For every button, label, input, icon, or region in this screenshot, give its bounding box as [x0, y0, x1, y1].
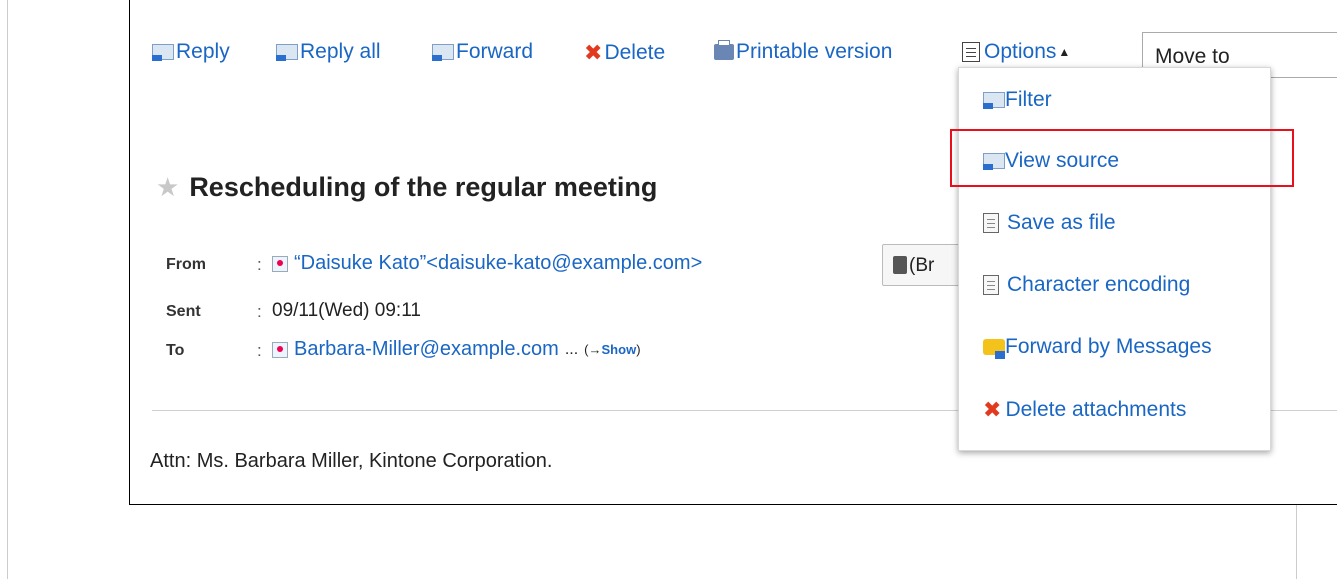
delete-button[interactable]: ✖ Delete: [584, 40, 665, 66]
filter-icon: [983, 92, 1005, 109]
menu-item-forward-by-messages[interactable]: Forward by Messages: [983, 335, 1212, 359]
move-to-label: Move to: [1155, 45, 1230, 68]
show-link[interactable]: Show: [602, 342, 637, 357]
view-source-highlight-box: [950, 129, 1294, 187]
caret-up-icon: ▲: [1058, 45, 1071, 59]
options-button[interactable]: Options ▲: [962, 40, 1070, 64]
star-icon[interactable]: ★: [156, 172, 179, 203]
message-body: Attn: Ms. Barbara Miller, Kintone Corpor…: [150, 450, 553, 472]
from-label: From: [166, 256, 206, 273]
to-address-link[interactable]: Barbara-Miller@example.com: [294, 338, 559, 361]
to-label: To: [166, 342, 185, 359]
show-recipients: (→Show): [584, 342, 640, 357]
from-colon: :: [257, 255, 262, 274]
menu-item-delete-attachments[interactable]: ✖ Delete attachments: [983, 397, 1186, 423]
menu-item-character-encoding[interactable]: Character encoding: [983, 273, 1190, 297]
forward-button[interactable]: Forward: [432, 40, 533, 64]
from-value: “Daisuke Kato”<daisuke-kato@example.com>: [272, 252, 702, 275]
reply-icon: [152, 44, 174, 61]
menu-item-label: Save as file: [1007, 211, 1116, 234]
from-address-link[interactable]: “Daisuke Kato”<daisuke-kato@example.com>: [294, 252, 702, 275]
menu-item-label: Character encoding: [1007, 273, 1191, 296]
delete-x-icon: ✖: [983, 397, 1002, 422]
subject-row: ★ Rescheduling of the regular meeting: [156, 172, 657, 203]
message-subject: Rescheduling of the regular meeting: [189, 172, 658, 202]
show-prefix: (→: [584, 342, 602, 357]
forward-icon: [432, 44, 454, 61]
delete-icon: ✖: [584, 40, 603, 65]
address-book-label: (Br: [909, 255, 935, 276]
show-suffix: ): [636, 342, 641, 357]
menu-item-label: Filter: [1005, 88, 1052, 111]
person-icon: [272, 255, 288, 272]
delete-label: Delete: [604, 41, 666, 64]
address-book-icon: [893, 256, 907, 274]
menu-item-filter[interactable]: Filter: [983, 88, 1052, 112]
options-menu: Filter View source Save as file Characte…: [958, 67, 1271, 451]
options-label: Options: [984, 40, 1057, 63]
person-icon: [272, 341, 288, 358]
sent-value: 09/11(Wed) 09:11: [272, 300, 421, 321]
message-bubble-icon: [983, 339, 1005, 359]
to-colon: :: [257, 341, 262, 360]
to-more-ellipsis: ...: [564, 340, 579, 358]
menu-item-label: Delete attachments: [1005, 398, 1187, 421]
menu-item-label: Forward by Messages: [1005, 335, 1212, 358]
reply-all-button[interactable]: Reply all: [276, 40, 381, 64]
document-icon: [983, 213, 999, 233]
reply-all-icon: [276, 44, 298, 61]
menu-item-save-as-file[interactable]: Save as file: [983, 211, 1116, 235]
document-icon: [983, 275, 999, 295]
printable-version-label: Printable version: [736, 40, 893, 63]
reply-button[interactable]: Reply: [152, 40, 230, 64]
reply-label: Reply: [176, 40, 230, 63]
sent-label: Sent: [166, 303, 201, 320]
options-icon: [962, 42, 980, 62]
reply-all-label: Reply all: [300, 40, 381, 63]
forward-label: Forward: [456, 40, 534, 63]
page-left-border: [7, 0, 8, 579]
printable-version-button[interactable]: Printable version: [714, 40, 892, 64]
to-value: Barbara-Miller@example.com ... (→Show): [272, 338, 641, 361]
printer-icon: [714, 40, 734, 60]
sent-colon: :: [257, 302, 262, 321]
